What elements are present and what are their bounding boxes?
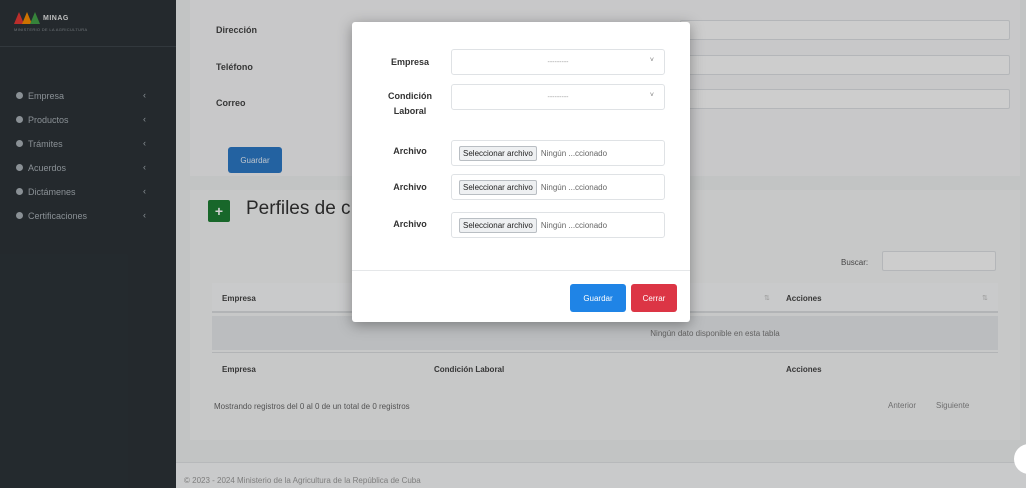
choose-file-button[interactable]: Seleccionar archivo [459, 145, 537, 161]
chevron-down-icon: ˅ [649, 92, 654, 99]
file-input[interactable]: Seleccionar archivo Ningún ...ccionado [451, 140, 665, 166]
file-status: Ningún ...ccionado [540, 182, 608, 192]
file-status: Ningún ...ccionado [540, 220, 608, 230]
modal-footer-divider [352, 270, 690, 271]
choose-file-button[interactable]: Seleccionar archivo [459, 217, 537, 233]
condicion-laboral-select[interactable]: --------- ˅ [451, 84, 665, 110]
empresa-label: Empresa [390, 57, 430, 67]
archivo-label: Archivo [393, 182, 427, 192]
choose-file-button[interactable]: Seleccionar archivo [459, 179, 537, 195]
archivo-label: Archivo [393, 219, 427, 229]
archivo-label: Archivo [393, 146, 427, 156]
chevron-down-icon: ˅ [649, 57, 654, 64]
file-status: Ningún ...ccionado [540, 148, 608, 158]
modal-close-button[interactable]: Cerrar [631, 284, 677, 312]
file-input[interactable]: Seleccionar archivo Ningún ...ccionado [451, 212, 665, 238]
condicion-laboral-label: Condición Laboral [380, 89, 440, 119]
file-input[interactable]: Seleccionar archivo Ningún ...ccionado [451, 174, 665, 200]
empresa-select-value: --------- [547, 58, 569, 66]
modal-save-button[interactable]: Guardar [570, 284, 626, 312]
condicion-select-value: --------- [547, 93, 569, 101]
empresa-select[interactable]: --------- ˅ [451, 49, 665, 75]
condicion-label-line-1: Condición [388, 91, 432, 101]
condicion-label-line-2: Laboral [393, 106, 427, 116]
modal-dialog: Empresa --------- ˅ Condición Laboral --… [352, 22, 690, 322]
